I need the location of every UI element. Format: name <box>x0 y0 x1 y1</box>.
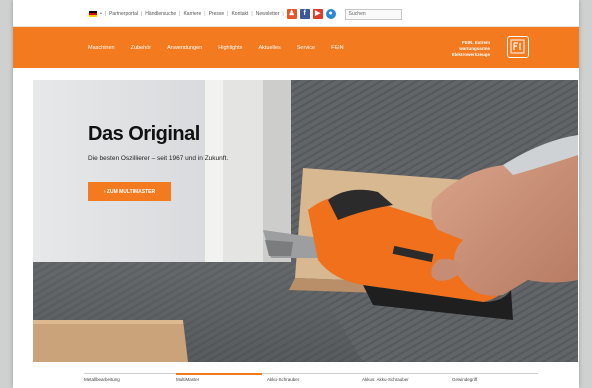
main-navigation: Maschinen Zubehör Anwendungen Highlights… <box>13 27 579 68</box>
utility-bar: • | Partnerportal | Händlersuche | Karri… <box>13 0 579 27</box>
nav-zubehoer[interactable]: Zubehör <box>131 45 152 51</box>
tab-multimaster[interactable]: MultiMaster <box>176 373 263 382</box>
tab-metallbearbeitung[interactable]: Metallbearbeitung <box>84 377 120 382</box>
link-partnerportal[interactable]: Partnerportal <box>109 11 138 17</box>
language-selector[interactable]: • <box>100 11 102 17</box>
link-kontakt[interactable]: Kontakt <box>231 11 248 17</box>
german-flag-icon[interactable] <box>89 11 97 17</box>
fein-logo[interactable] <box>507 36 529 58</box>
nav-aktuelles[interactable]: Aktuelles <box>258 45 280 51</box>
utility-links: • | Partnerportal | Händlersuche | Karri… <box>89 8 402 20</box>
nav-service[interactable]: Service <box>297 45 315 51</box>
link-karriere[interactable]: Karriere <box>183 11 201 17</box>
hero-subtitle: Die besten Oszillierer – seit 1967 und i… <box>88 155 229 162</box>
nav-fein[interactable]: FEIN <box>331 45 344 51</box>
hero-title: Das Original <box>88 123 200 145</box>
link-presse[interactable]: Presse <box>209 11 225 17</box>
product-tabs: Metallbearbeitung MultiMaster Akku-Schra… <box>84 373 538 386</box>
hero-banner: Das Original Die besten Oszillierer – se… <box>33 80 578 362</box>
social-circle-icon[interactable]: ● <box>325 9 336 19</box>
nav-anwendungen[interactable]: Anwendungen <box>167 45 202 51</box>
person-icon[interactable]: ♟ <box>286 9 297 19</box>
tab-gewindegriff[interactable]: Gewindegriff <box>452 377 477 382</box>
facebook-icon[interactable]: f <box>299 9 310 19</box>
browser-page: • | Partnerportal | Händlersuche | Karri… <box>13 0 579 388</box>
nav-highlights[interactable]: Highlights <box>218 45 242 51</box>
link-haendlersuche[interactable]: Händlersuche <box>145 11 176 17</box>
nav-maschinen[interactable]: Maschinen <box>88 45 115 51</box>
tab-akku-schrauber[interactable]: Akku-Schrauber <box>267 377 299 382</box>
tab-akkus-akku-schrauber[interactable]: Akkus: Akku-Schrauber <box>362 377 409 382</box>
multimaster-cta-button[interactable]: › ZUM MULTIMASTER <box>88 182 171 201</box>
link-newsletter[interactable]: Newsletter <box>256 11 280 17</box>
brand-claim: FEIN. Extrem wartungsarme Elektrowerkzeu… <box>451 40 490 57</box>
search-input[interactable]: Suchen <box>344 8 402 20</box>
youtube-icon[interactable]: ▶ <box>312 9 323 19</box>
